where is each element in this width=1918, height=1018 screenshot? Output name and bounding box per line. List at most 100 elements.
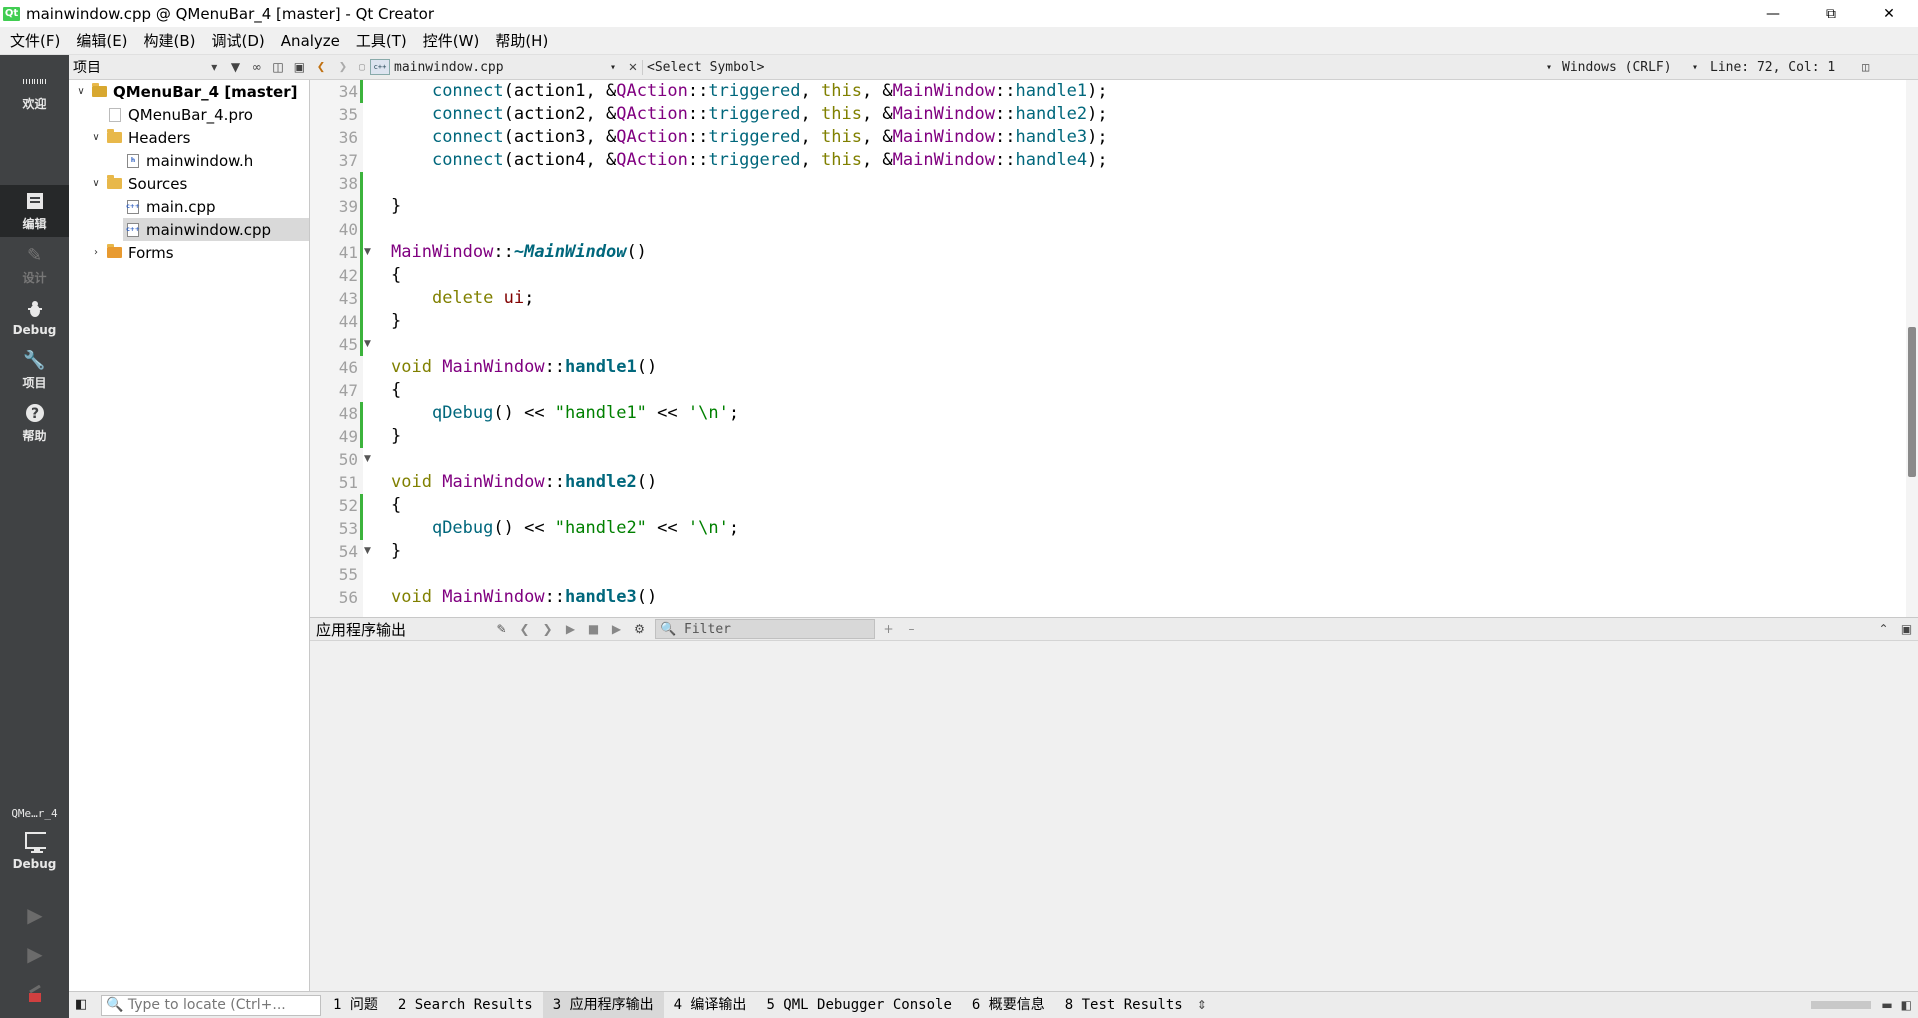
chevron-down-icon[interactable]: ∨: [74, 86, 88, 97]
zoom-out-icon[interactable]: –: [900, 622, 923, 636]
line-number: 44: [338, 312, 358, 331]
bug-icon: [24, 298, 46, 320]
stop-icon[interactable]: ■: [582, 622, 605, 636]
chevron-right-icon[interactable]: ›: [89, 247, 103, 258]
tab-compile-output[interactable]: 4 编译输出: [664, 992, 757, 1018]
back-icon[interactable]: ❮: [310, 59, 332, 75]
line-number: 37: [338, 151, 358, 170]
more-tabs-icon[interactable]: ⇕: [1197, 998, 1207, 1012]
wrench-icon: 🔧: [23, 349, 46, 371]
mode-design[interactable]: ✎ 设计: [0, 239, 69, 291]
locator-input[interactable]: 🔍 Type to locate (Ctrl+...: [101, 994, 321, 1016]
close-document-icon[interactable]: ✕: [624, 59, 642, 75]
editor-scrollbar[interactable]: [1906, 80, 1918, 617]
menu-bar: 文件(F) 编辑(E) 构建(B) 调试(D) Analyze 工具(T) 控件…: [0, 27, 1918, 55]
attach-icon[interactable]: ▶: [605, 622, 628, 636]
application-output-area[interactable]: [310, 641, 1918, 991]
line-number: 52: [338, 496, 358, 515]
code-editor[interactable]: 34 35 36 37 38 39 40 41 42 43 44 45 46 47 48 49 50 51 52 53…: [310, 80, 1918, 617]
prev-item-icon[interactable]: ❮: [513, 622, 536, 636]
next-item-icon[interactable]: ❯: [536, 622, 559, 636]
collapse-icon[interactable]: ▬: [1881, 998, 1892, 1012]
menu-edit[interactable]: 编辑(E): [68, 30, 135, 51]
menu-analyze[interactable]: Analyze: [273, 32, 348, 50]
title-bar: Qt mainwindow.cpp @ QMenuBar_4 [master] …: [0, 0, 1918, 27]
mode-welcome[interactable]: 欢迎: [0, 65, 69, 117]
clear-output-icon[interactable]: ✎: [490, 622, 513, 636]
cursor-position[interactable]: Line: 72, Col: 1: [1706, 60, 1862, 75]
dropdown-arrow-icon[interactable]: ▾: [204, 60, 225, 74]
tree-item-label: QMenuBar_4.pro: [128, 105, 253, 124]
monitor-icon: [24, 831, 46, 854]
tree-item-forms[interactable]: › Forms: [89, 241, 174, 264]
toggle-right-sidebar-icon[interactable]: ◧: [1901, 998, 1912, 1012]
tab-application-output[interactable]: 3 应用程序输出: [542, 991, 664, 1018]
tree-item-main-cpp[interactable]: c++ main.cpp: [126, 195, 215, 218]
tab-test-results[interactable]: 8 Test Results: [1055, 992, 1193, 1018]
tree-item-mainwindow-h[interactable]: h mainwindow.h: [127, 149, 253, 172]
fold-marker-icon[interactable]: ▼: [364, 241, 371, 264]
debug-run-icon[interactable]: ▶: [22, 941, 48, 967]
symbol-select[interactable]: <Select Symbol>: [642, 59, 1546, 75]
forward-icon[interactable]: ❯: [332, 59, 354, 75]
toggle-sidebar-icon[interactable]: ◧: [75, 997, 87, 1012]
open-document-select[interactable]: mainwindow.cpp: [394, 60, 610, 75]
maximize-pane-icon[interactable]: ⌃: [1872, 622, 1895, 636]
line-number: 34: [338, 82, 358, 101]
tree-item-label: mainwindow.cpp: [146, 220, 272, 239]
code-line: void MainWindow::handle1(): [391, 357, 658, 377]
split-editor-icon[interactable]: ◫: [1862, 60, 1876, 74]
menu-help[interactable]: 帮助(H): [487, 30, 556, 51]
tree-item-project[interactable]: ∨ QMenuBar_4 [master]: [69, 80, 309, 103]
menu-file[interactable]: 文件(F): [2, 30, 68, 51]
zoom-in-icon[interactable]: +: [877, 622, 900, 636]
mode-label: 欢迎: [22, 97, 47, 111]
dropdown-arrow-icon[interactable]: ▾: [1692, 62, 1706, 73]
mode-projects[interactable]: 🔧 项目: [0, 344, 69, 396]
close-pane-icon[interactable]: ▣: [289, 60, 310, 74]
code-line: }: [391, 311, 402, 331]
build-icon[interactable]: [22, 981, 48, 1007]
chevron-down-icon[interactable]: ∨: [89, 132, 103, 143]
link-icon[interactable]: ∞: [246, 60, 267, 74]
filter-icon[interactable]: ▼: [225, 60, 246, 74]
mode-debug[interactable]: Debug: [0, 291, 69, 343]
menu-widgets[interactable]: 控件(W): [415, 30, 488, 51]
output-filter-input[interactable]: 🔍 Filter: [655, 619, 875, 639]
mode-edit[interactable]: 编辑: [0, 185, 69, 237]
fold-marker-icon[interactable]: ▼: [364, 448, 371, 471]
dropdown-arrow-icon[interactable]: ▾: [610, 62, 624, 73]
fold-marker-icon[interactable]: ▼: [364, 540, 371, 563]
project-view-select[interactable]: 项目: [73, 57, 204, 77]
settings-gear-icon[interactable]: ⚙: [628, 622, 651, 636]
menu-build[interactable]: 构建(B): [136, 30, 204, 51]
tab-qml-debugger-console[interactable]: 5 QML Debugger Console: [756, 992, 961, 1018]
tab-search-results[interactable]: 2 Search Results: [388, 992, 543, 1018]
close-pane-icon[interactable]: ▣: [1895, 622, 1918, 636]
tree-item-sources[interactable]: ∨ Sources: [89, 172, 187, 195]
minimize-icon[interactable]: —: [1744, 0, 1802, 27]
tab-issues[interactable]: 1 问题: [323, 992, 388, 1018]
line-number: 42: [338, 266, 358, 285]
mode-help[interactable]: ? 帮助: [0, 397, 69, 449]
run-icon[interactable]: ▶: [22, 902, 48, 928]
restore-icon[interactable]: ⧉: [1802, 0, 1860, 27]
pencil-icon: ✎: [26, 244, 43, 266]
split-icon[interactable]: ◫: [267, 60, 288, 74]
close-icon[interactable]: ✕: [1860, 0, 1918, 27]
dropdown-arrow-icon[interactable]: ▾: [1546, 62, 1558, 73]
code-line: connect(action4, &QAction::triggered, th…: [431, 150, 1108, 170]
tree-item-mainwindow-cpp[interactable]: c++ mainwindow.cpp: [123, 218, 309, 241]
chevron-down-icon[interactable]: ∨: [89, 178, 103, 189]
tree-item-pro-file[interactable]: QMenuBar_4.pro: [109, 103, 253, 126]
tree-item-headers[interactable]: ∨ Headers: [89, 126, 190, 149]
tab-general-messages[interactable]: 6 概要信息: [962, 992, 1055, 1018]
fold-marker-icon[interactable]: ▼: [364, 333, 371, 356]
scrollbar-thumb[interactable]: [1908, 327, 1916, 477]
code-line: }: [391, 541, 402, 561]
kit-selector[interactable]: Debug: [0, 825, 69, 877]
menu-tools[interactable]: 工具(T): [348, 30, 415, 51]
line-ending-select[interactable]: Windows (CRLF): [1558, 60, 1692, 75]
rerun-icon[interactable]: ▶: [559, 622, 582, 636]
menu-debug[interactable]: 调试(D): [204, 30, 273, 51]
